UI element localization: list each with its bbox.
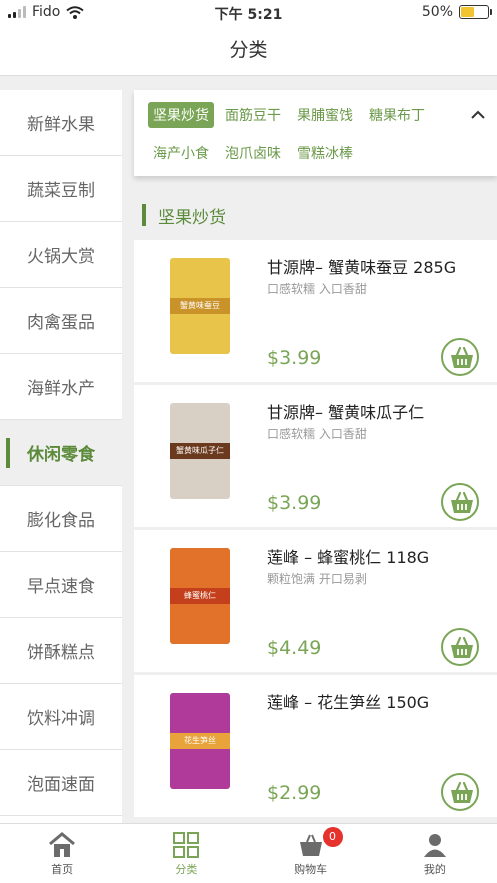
tab-label: 我的 [423,863,446,876]
product-price: $2.99 [267,782,322,804]
sidebar-item[interactable]: 早点速食 [0,552,122,618]
product-description: 口感软糯 入口香甜 [267,427,367,441]
subcategory-panel: 坚果炒货 面筋豆干 果脯蜜饯 糖果布丁海产小食 泡爪卤味 雪糕冰棒 [134,90,497,176]
package-label: 蜂蜜桃仁 [170,588,230,604]
sidebar-item-label: 火锅大赏 [27,247,95,267]
tab-home[interactable]: 首页 [0,824,124,883]
cart-count-badge: 0 [322,827,343,847]
status-bar: Fido 下午 5:21 50% [0,0,497,26]
product-name: 莲峰 – 花生笋丝 150G [267,693,430,712]
sidebar-item-label: 饼酥糕点 [27,643,95,663]
cart-icon [297,832,325,861]
add-to-cart-basket-icon[interactable] [441,338,479,376]
home-icon [48,832,76,861]
subcategory-tag[interactable]: 泡爪卤味 [220,140,286,166]
nav-bar: 分类 [0,26,497,76]
sidebar-item[interactable]: 海鲜水产 [0,354,122,420]
product-name: 甘源牌– 蟹黄味瓜子仁 [267,403,425,422]
page-title: 分类 [229,39,268,61]
product-image: 蜂蜜桃仁 [170,548,230,644]
sidebar-item[interactable]: 休闲零食 [0,420,122,486]
add-to-cart-basket-icon[interactable] [441,628,479,666]
user-icon [421,832,449,861]
product-description: 颗粒饱满 开口易剥 [267,572,367,586]
sidebar-item-label: 蔬菜豆制 [27,181,95,201]
sidebar-item-label: 早点速食 [27,577,95,597]
sidebar-item[interactable]: 肉禽蛋品 [0,288,122,354]
chevron-up-icon[interactable] [471,110,485,120]
tab-bar: 首页 分类 购物车 0 我的 [0,823,497,883]
product-name: 甘源牌– 蟹黄味蚕豆 285G [267,258,457,277]
sidebar-item[interactable]: 膨化食品 [0,486,122,552]
subcategory-tag[interactable]: 海产小食 [148,140,214,166]
add-to-cart-basket-icon[interactable] [441,483,479,521]
product-card[interactable]: 蟹黄味蚕豆 甘源牌– 蟹黄味蚕豆 285G 口感软糯 入口香甜 $3.99 [134,240,497,382]
product-name: 莲峰 – 蜂蜜桃仁 118G [267,548,430,567]
tab-label: 购物车 [294,863,328,876]
category-sidebar: 新鲜水果蔬菜豆制火锅大赏肉禽蛋品海鲜水产休闲零食膨化食品早点速食饼酥糕点饮料冲调… [0,90,122,823]
sidebar-item[interactable]: 新鲜水果 [0,90,122,156]
product-price: $3.99 [267,347,322,369]
tab-label: 分类 [175,863,198,876]
product-description: 口感软糯 入口香甜 [267,282,367,296]
product-price: $3.99 [267,492,322,514]
sidebar-item-label: 新鲜水果 [27,115,95,135]
sidebar-item-label: 泡面速面 [27,775,95,795]
sidebar-item-label: 休闲零食 [27,445,95,465]
tab-label: 首页 [51,863,74,876]
sidebar-item[interactable]: 蔬菜豆制 [0,156,122,222]
subcategory-tag[interactable]: 雪糕冰棒 [292,140,358,166]
subcategory-tag[interactable]: 面筋豆干 [220,102,286,128]
product-image: 花生笋丝 [170,693,230,789]
battery-icon [459,5,492,19]
section-title: 坚果炒货 [158,207,226,228]
product-card[interactable]: 蟹黄味瓜子仁 甘源牌– 蟹黄味瓜子仁口感软糯 入口香甜 $3.99 [134,385,497,527]
subcategory-tag[interactable]: 坚果炒货 [148,102,214,128]
sidebar-item-label: 饮料冲调 [27,709,95,729]
package-label: 蟹黄味蚕豆 [170,298,230,314]
section-heading: 坚果炒货 [134,192,497,238]
sidebar-item[interactable]: 泡面速面 [0,750,122,816]
tab-user[interactable]: 我的 [373,824,497,883]
battery-percent: 50% [421,4,453,20]
sidebar-item[interactable]: 火锅大赏 [0,222,122,288]
package-label: 花生笋丝 [170,733,230,749]
status-right: 50% [421,4,492,20]
subcategory-tag[interactable]: 糖果布丁 [364,102,430,128]
sidebar-item-label: 海鲜水产 [27,379,95,399]
sidebar-item[interactable]: 饼酥糕点 [0,618,122,684]
subcategory-tag[interactable]: 果脯蜜饯 [292,102,358,128]
product-image: 蟹黄味蚕豆 [170,258,230,354]
sidebar-item-label: 肉禽蛋品 [27,313,95,333]
sidebar-item[interactable]: 饮料冲调 [0,684,122,750]
tab-cart[interactable]: 购物车 0 [249,824,373,883]
product-price: $4.49 [267,637,322,659]
product-image: 蟹黄味瓜子仁 [170,403,230,499]
tab-category-grid[interactable]: 分类 [124,824,248,883]
sidebar-item-label: 膨化食品 [27,511,95,531]
product-card[interactable]: 花生笋丝 莲峰 – 花生笋丝 150G $2.99 [134,675,497,817]
add-to-cart-basket-icon[interactable] [441,773,479,811]
product-list: 蟹黄味蚕豆 甘源牌– 蟹黄味蚕豆 285G 口感软糯 入口香甜 $3.99 蟹黄味瓜子仁… [134,240,497,823]
package-label: 蟹黄味瓜子仁 [170,443,230,459]
product-card[interactable]: 蜂蜜桃仁 莲峰 – 蜂蜜桃仁 118G 颗粒饱满 开口易剥 $4.49 [134,530,497,672]
category-grid-icon [172,832,200,861]
battery-fill [461,7,474,17]
